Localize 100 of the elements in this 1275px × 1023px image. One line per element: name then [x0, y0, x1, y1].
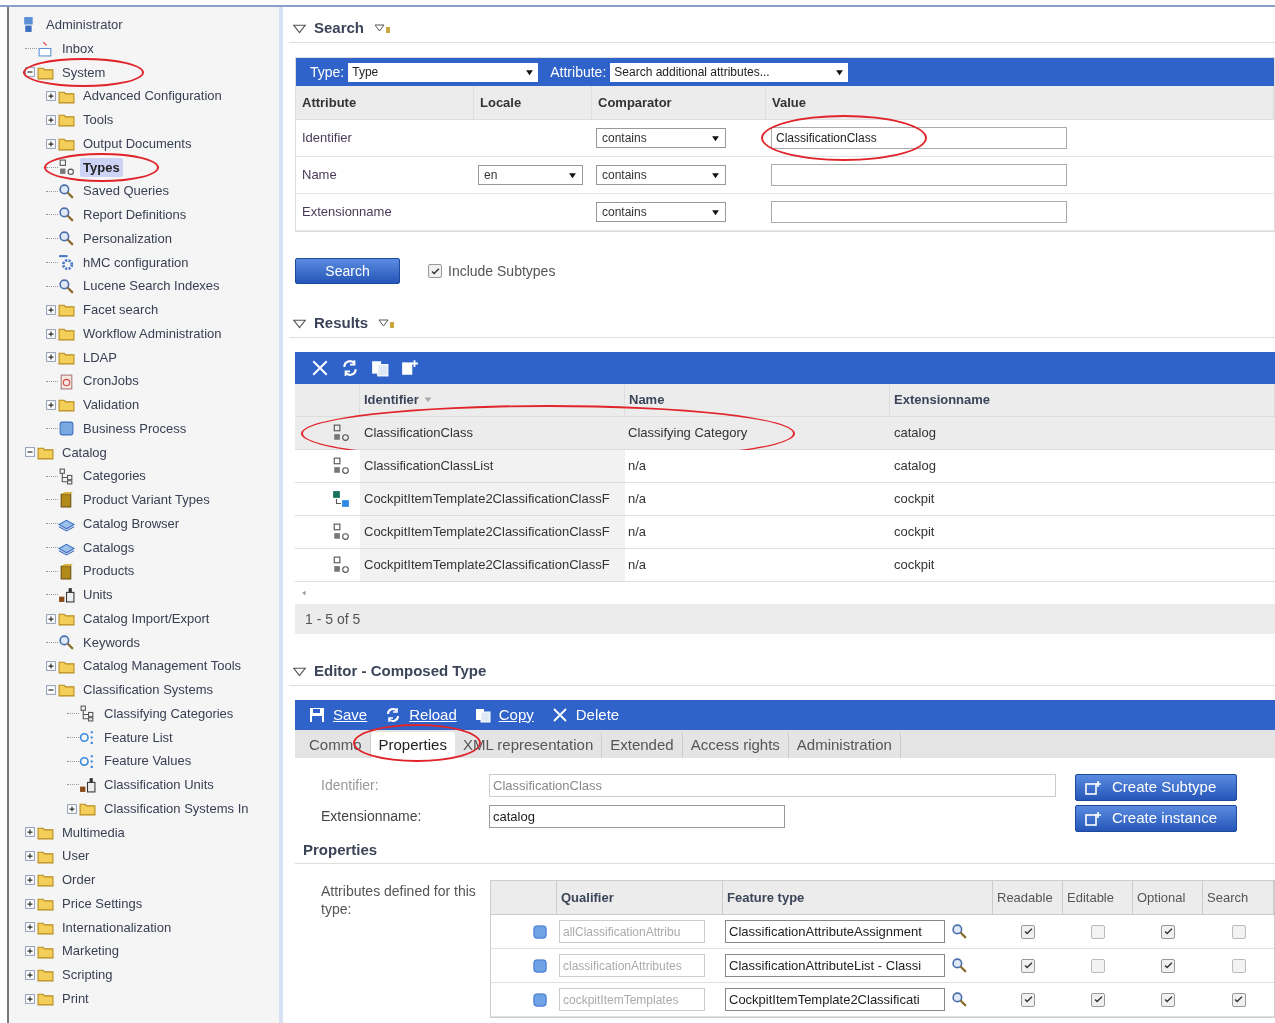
tree-item[interactable]: Classification Units — [101, 775, 217, 795]
toolbar-button[interactable]: Reload — [385, 703, 457, 727]
expand-icon[interactable] — [25, 874, 35, 885]
tree-item[interactable]: Classification Systems — [80, 680, 217, 700]
tree-item[interactable]: Types — [80, 157, 123, 178]
tree-item[interactable]: Products — [80, 561, 138, 581]
expand-icon[interactable] — [46, 114, 56, 125]
tree-item[interactable]: Feature Values — [101, 751, 195, 771]
expand-icon[interactable] — [46, 138, 56, 149]
comparator-dropdown[interactable]: contains — [596, 165, 726, 185]
tree-item[interactable]: Report Definitions — [80, 205, 190, 225]
expand-icon[interactable] — [25, 993, 35, 1004]
tree-item[interactable]: Output Documents — [80, 133, 195, 154]
value-input[interactable] — [771, 164, 1067, 186]
tree-item[interactable]: CronJobs — [80, 371, 142, 391]
checkbox[interactable] — [1161, 958, 1175, 973]
checkbox[interactable] — [1231, 924, 1246, 939]
tree-item[interactable]: Categories — [80, 466, 149, 486]
tree-item[interactable]: Catalog Management Tools — [80, 656, 245, 676]
feature-type-input[interactable]: CockpitItemTemplate2Classificati — [725, 988, 945, 1011]
checkbox[interactable] — [1021, 992, 1035, 1007]
value-input[interactable] — [771, 201, 1067, 223]
comparator-dropdown[interactable]: contains — [596, 128, 726, 148]
copy-icon[interactable] — [371, 359, 389, 377]
tree-item[interactable]: Validation — [80, 395, 143, 415]
tree-item[interactable]: Units — [80, 585, 116, 605]
comparator-dropdown[interactable]: contains — [596, 202, 726, 222]
tree-item[interactable]: Feature List — [101, 727, 176, 748]
tree-item[interactable]: Price Settings — [59, 893, 146, 914]
checkbox[interactable] — [1231, 992, 1246, 1007]
create-button[interactable]: Create Subtype — [1075, 774, 1237, 801]
tree-item[interactable]: Workflow Administration — [80, 323, 225, 344]
tree-item[interactable]: Lucene Search Indexes — [80, 276, 223, 296]
results-row[interactable]: ClassificationClass Classifying Category catalog — [295, 417, 1275, 450]
value-input[interactable]: ClassificationClass — [771, 127, 1067, 149]
expand-icon[interactable] — [25, 922, 35, 933]
tree-item[interactable]: Catalog — [59, 442, 110, 463]
checkbox[interactable] — [1231, 958, 1246, 973]
tree-item[interactable]: Catalogs — [80, 537, 138, 558]
tree-item[interactable]: User — [59, 846, 93, 866]
expand-icon[interactable] — [46, 661, 56, 672]
magnifier-icon[interactable] — [951, 957, 968, 974]
tab[interactable]: Administration — [788, 732, 901, 758]
text-input[interactable]: catalog — [489, 805, 785, 828]
tree-item[interactable]: Multimedia — [59, 822, 128, 843]
search-button[interactable]: Search — [295, 258, 400, 284]
tree-item[interactable]: Keywords — [80, 632, 144, 653]
tree-item[interactable]: Classifying Categories — [101, 703, 237, 724]
tree-item[interactable]: Product Variant Types — [80, 490, 213, 510]
collapse-icon[interactable] — [25, 447, 35, 458]
toolbar-button[interactable]: Copy — [474, 703, 534, 727]
expand-icon[interactable] — [25, 827, 35, 838]
column-header[interactable]: Extensionname — [894, 390, 991, 410]
column-header[interactable]: Name — [629, 390, 665, 410]
tab[interactable]: Extended — [602, 732, 683, 758]
expand-icon[interactable] — [67, 803, 77, 814]
tree-item[interactable]: Facet search — [80, 300, 162, 320]
column-header[interactable]: Identifier — [364, 390, 419, 410]
tree-item[interactable]: Administrator — [43, 15, 126, 35]
feature-type-input[interactable]: ClassificationAttributeAssignment — [725, 920, 945, 943]
locale-dropdown[interactable]: en — [478, 165, 583, 185]
expand-icon[interactable] — [46, 613, 56, 624]
collapse-icon[interactable] — [46, 684, 56, 695]
attribute-dropdown[interactable]: Search additional attributes... — [610, 62, 849, 82]
tab[interactable]: Access rights — [682, 732, 789, 758]
results-row[interactable]: ClassificationClassList n/a catalog — [295, 450, 1275, 483]
tree-item[interactable]: Catalog Browser — [80, 513, 183, 534]
tree-item[interactable]: Business Process — [80, 418, 190, 439]
tree-item[interactable]: Catalog Import/Export — [80, 608, 213, 629]
results-row[interactable]: CockpitItemTemplate2ClassificationClassF n/a cockpit — [295, 549, 1275, 582]
results-row[interactable]: CockpitItemTemplate2ClassificationClassF n/a cockpit — [295, 516, 1275, 549]
tree-item[interactable]: LDAP — [80, 347, 120, 368]
tree-item[interactable]: Internationalization — [59, 917, 175, 938]
expand-icon[interactable] — [46, 399, 56, 410]
tree-item[interactable]: System — [59, 62, 109, 83]
checkbox[interactable] — [1091, 924, 1105, 939]
feature-type-input[interactable]: ClassificationAttributeList - Classi — [725, 954, 945, 977]
expand-icon[interactable] — [46, 304, 56, 315]
magnifier-icon[interactable] — [951, 991, 968, 1008]
tree-item[interactable]: Advanced Configuration — [80, 86, 225, 106]
tree-item[interactable]: hMC configuration — [80, 252, 192, 273]
checkbox[interactable] — [1161, 992, 1175, 1007]
expand-icon[interactable] — [25, 969, 35, 980]
tree-item[interactable]: Personalization — [80, 228, 175, 249]
tree-item[interactable]: Classification Systems In — [101, 798, 252, 819]
checkbox[interactable] — [1161, 924, 1175, 939]
expand-icon[interactable] — [25, 851, 35, 862]
expand-icon[interactable] — [25, 946, 35, 957]
tree-item[interactable]: Scripting — [59, 965, 116, 985]
checkbox[interactable] — [1021, 958, 1035, 973]
tree-item[interactable]: Order — [59, 870, 99, 890]
tree-item[interactable]: Print — [59, 988, 92, 1009]
toolbar-button[interactable]: Delete — [551, 703, 620, 727]
toolbar-button[interactable]: Save — [309, 703, 368, 727]
magnifier-icon[interactable] — [951, 923, 968, 940]
tree-item[interactable]: Saved Queries — [80, 181, 172, 201]
type-dropdown[interactable]: Type — [348, 62, 539, 82]
close-icon[interactable] — [311, 359, 329, 377]
results-row[interactable]: CockpitItemTemplate2ClassificationClassF n/a cockpit — [295, 483, 1275, 516]
tree-item[interactable]: Inbox — [59, 38, 97, 59]
